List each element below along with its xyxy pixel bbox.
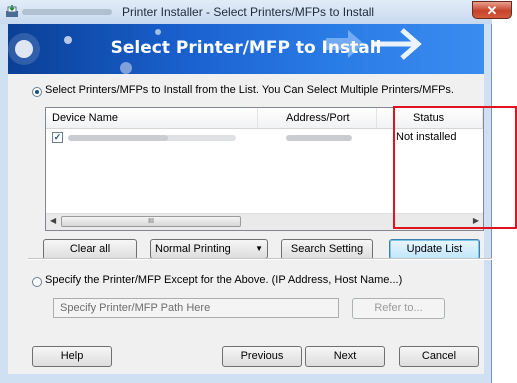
scroll-left-icon[interactable]: ◀ (50, 216, 56, 225)
page-title: Select Printer/MFP to Install (110, 38, 382, 58)
help-button[interactable]: Help (32, 346, 112, 367)
select-from-list-label: Select Printers/MFPs to Install from the… (45, 84, 454, 96)
chevron-down-icon: ▼ (255, 244, 263, 253)
footer-divider (28, 258, 492, 260)
device-model-blurred (154, 135, 236, 141)
specify-other-radio[interactable] (32, 277, 42, 287)
previous-button[interactable]: Previous (222, 346, 302, 367)
column-address-port[interactable]: Address/Port (258, 108, 377, 128)
refer-to-button[interactable]: Refer to... (352, 298, 445, 319)
printing-mode-select[interactable]: Normal Printing ▼ (150, 239, 268, 259)
column-device-name[interactable]: Device Name (46, 108, 258, 128)
update-list-button[interactable]: Update List (389, 239, 480, 260)
title-bar[interactable]: Printer Installer - Select Printers/MFPs… (0, 0, 492, 24)
close-icon[interactable]: ✕ (472, 1, 512, 19)
cancel-button[interactable]: Cancel (399, 346, 479, 367)
printer-install-icon (6, 5, 18, 17)
row-checkbox[interactable]: ✓ (52, 132, 63, 143)
printer-path-field[interactable]: Specify Printer/MFP Path Here (53, 298, 339, 318)
search-setting-button[interactable]: Search Setting (281, 239, 373, 260)
title-blurred-text (22, 9, 112, 15)
specify-other-label: Specify the Printer/MFP Except for the A… (45, 274, 403, 286)
address-blurred (286, 135, 352, 141)
header-banner: Select Printer/MFP to Install (8, 24, 484, 74)
select-from-list-radio[interactable] (32, 87, 42, 97)
next-button[interactable]: Next (305, 346, 385, 367)
printing-mode-value: Normal Printing (155, 243, 231, 255)
scroll-thumb[interactable]: III (61, 216, 241, 227)
device-name-blurred (68, 135, 168, 141)
window-title: Printer Installer - Select Printers/MFPs… (122, 5, 375, 19)
clear-all-button[interactable]: Clear all (43, 239, 137, 260)
status-column-highlight (393, 106, 517, 229)
